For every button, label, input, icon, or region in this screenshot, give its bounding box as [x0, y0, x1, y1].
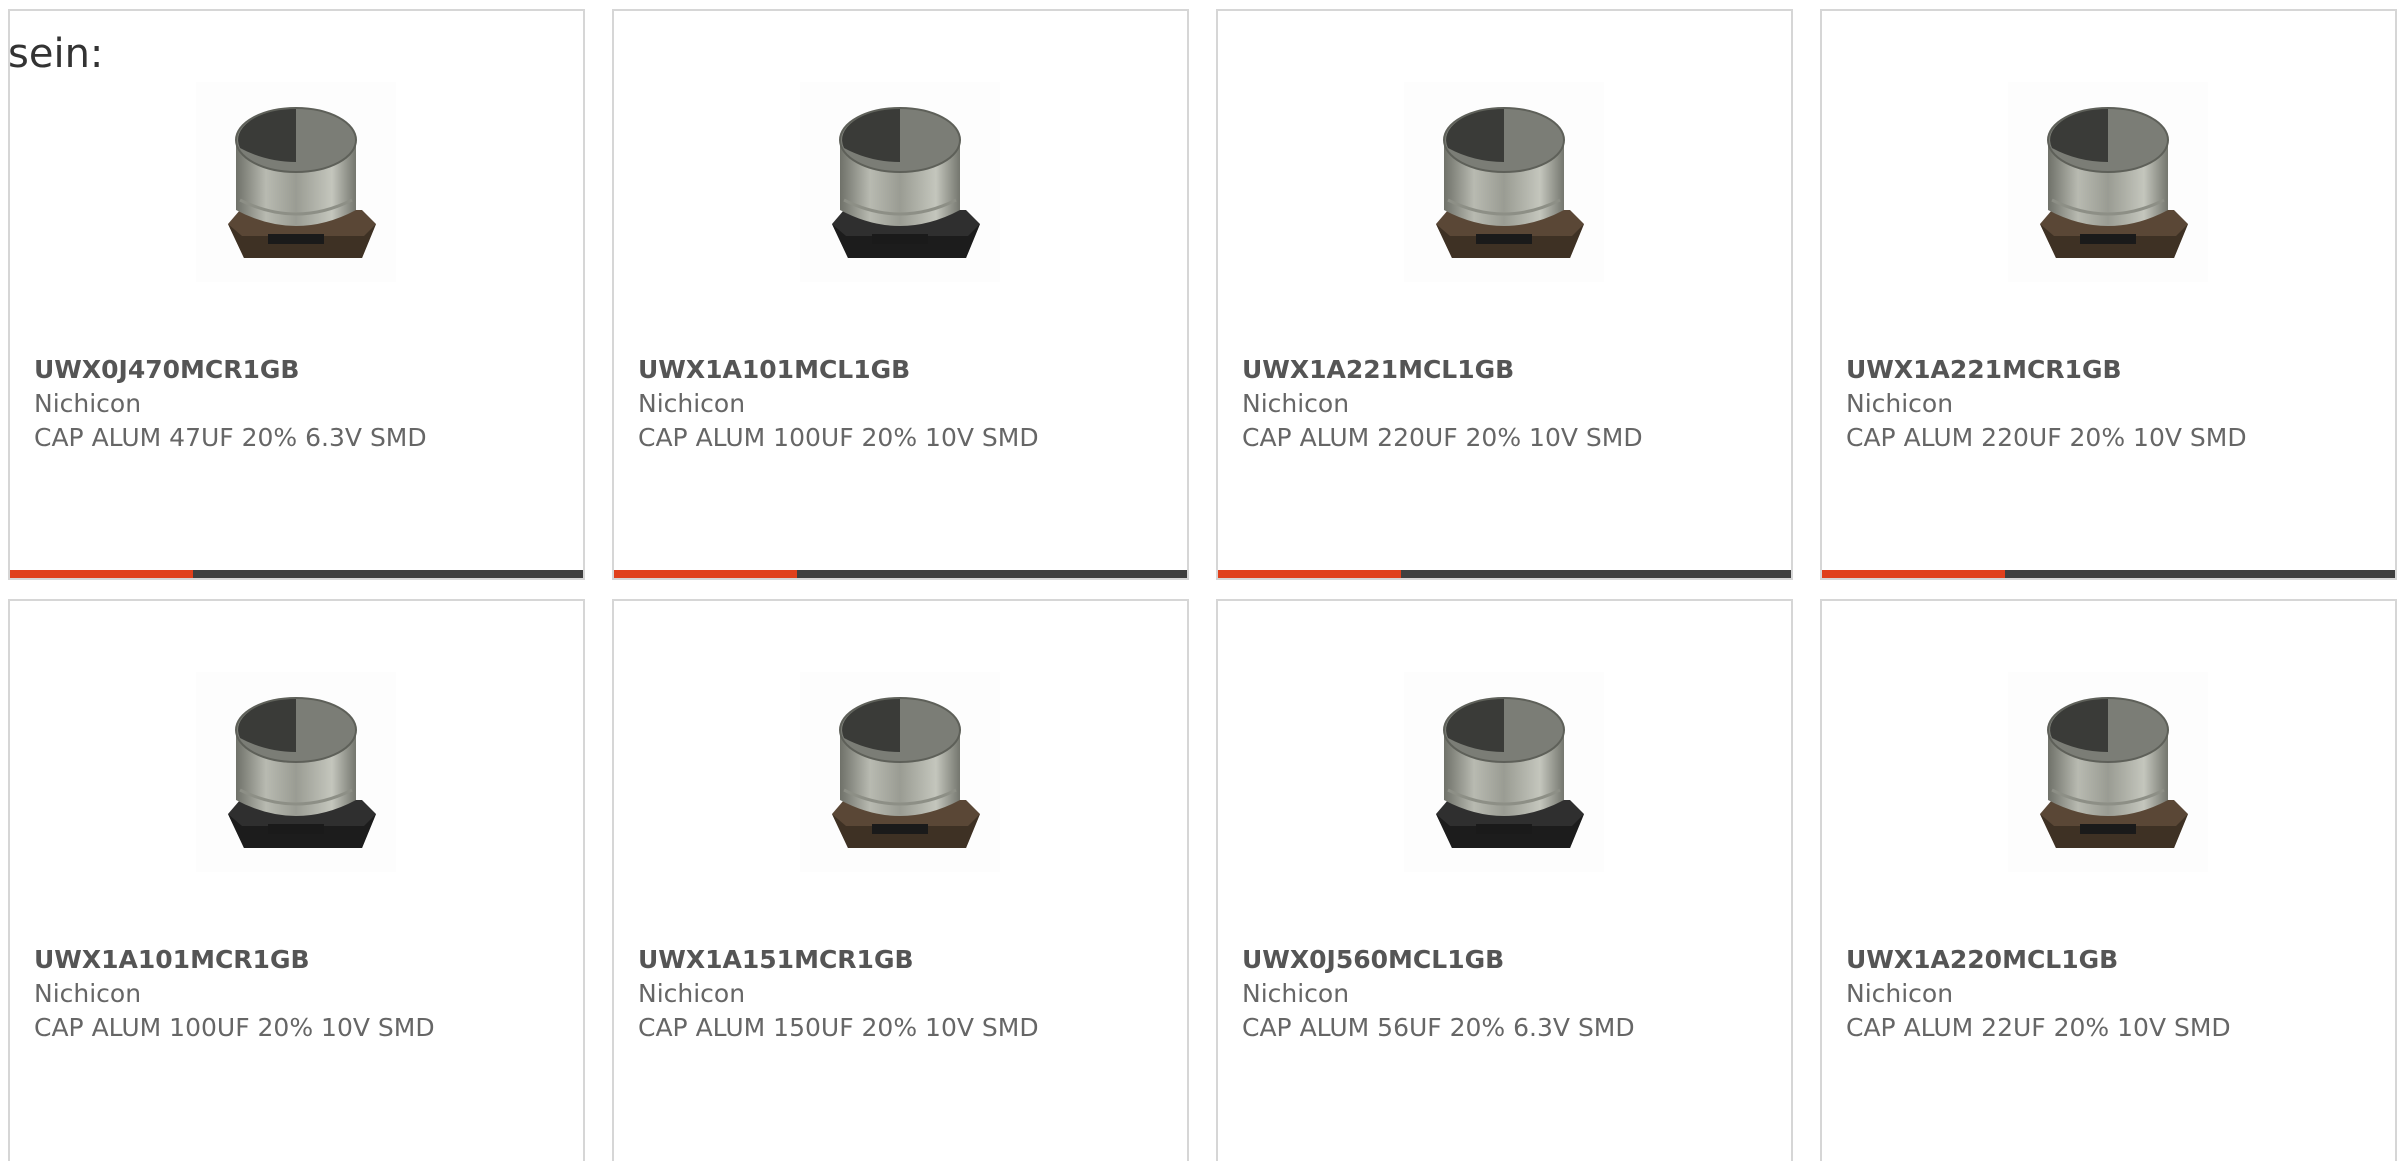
product-description: CAP ALUM 56UF 20% 6.3V SMD — [1242, 1013, 1635, 1042]
progress-bar — [10, 570, 583, 578]
product-description: CAP ALUM 100UF 20% 10V SMD — [638, 423, 1039, 452]
part-number-link[interactable]: UWX0J470MCR1GB — [34, 353, 573, 387]
product-card[interactable]: UWX1A101MCR1GB Nichicon CAP ALUM 100UF 2… — [8, 599, 585, 1161]
product-card[interactable]: UWX0J560MCL1GB Nichicon CAP ALUM 56UF 20… — [1216, 599, 1793, 1161]
part-number-link[interactable]: UWX1A221MCL1GB — [1242, 353, 1781, 387]
manufacturer-label: Nichicon — [34, 389, 142, 418]
smd-capacitor-image[interactable] — [1404, 672, 1604, 872]
product-card[interactable]: UWX1A101MCL1GB Nichicon CAP ALUM 100UF 2… — [612, 9, 1189, 580]
smd-capacitor-image[interactable] — [800, 672, 1000, 872]
manufacturer-label: Nichicon — [1242, 389, 1350, 418]
part-number-link[interactable]: UWX1A101MCL1GB — [638, 353, 1177, 387]
progress-bar-fill — [1218, 570, 1402, 578]
manufacturer-label: Nichicon — [638, 979, 746, 1008]
product-description: CAP ALUM 220UF 20% 10V SMD — [1242, 423, 1643, 452]
part-number-link[interactable]: UWX1A101MCR1GB — [34, 943, 573, 977]
product-description: CAP ALUM 150UF 20% 10V SMD — [638, 1013, 1039, 1042]
smd-capacitor-image[interactable] — [800, 82, 1000, 282]
progress-bar-fill — [614, 570, 798, 578]
manufacturer-label: Nichicon — [1242, 979, 1350, 1008]
product-card[interactable]: UWX0J470MCR1GB Nichicon CAP ALUM 47UF 20… — [8, 9, 585, 580]
intro-text: sein: — [8, 31, 104, 77]
product-description: CAP ALUM 100UF 20% 10V SMD — [34, 1013, 435, 1042]
product-description: CAP ALUM 220UF 20% 10V SMD — [1846, 423, 2247, 452]
part-number-link[interactable]: UWX0J560MCL1GB — [1242, 943, 1781, 977]
smd-capacitor-image[interactable] — [1404, 82, 1604, 282]
product-card[interactable]: UWX1A151MCR1GB Nichicon CAP ALUM 150UF 2… — [612, 599, 1189, 1161]
smd-capacitor-image[interactable] — [196, 82, 396, 282]
part-number-link[interactable]: UWX1A151MCR1GB — [638, 943, 1177, 977]
progress-bar-fill — [1822, 570, 2006, 578]
progress-bar — [1822, 570, 2395, 578]
manufacturer-label: Nichicon — [34, 979, 142, 1008]
product-card[interactable]: UWX1A221MCR1GB Nichicon CAP ALUM 220UF 2… — [1820, 9, 2397, 580]
product-description: CAP ALUM 22UF 20% 10V SMD — [1846, 1013, 2231, 1042]
smd-capacitor-image[interactable] — [196, 672, 396, 872]
progress-bar-fill — [10, 570, 194, 578]
progress-bar — [614, 570, 1187, 578]
manufacturer-label: Nichicon — [1846, 389, 1954, 418]
progress-bar — [1218, 570, 1791, 578]
manufacturer-label: Nichicon — [638, 389, 746, 418]
product-card[interactable]: UWX1A220MCL1GB Nichicon CAP ALUM 22UF 20… — [1820, 599, 2397, 1161]
smd-capacitor-image[interactable] — [2008, 672, 2208, 872]
smd-capacitor-image[interactable] — [2008, 82, 2208, 282]
product-card[interactable]: UWX1A221MCL1GB Nichicon CAP ALUM 220UF 2… — [1216, 9, 1793, 580]
part-number-link[interactable]: UWX1A221MCR1GB — [1846, 353, 2385, 387]
part-number-link[interactable]: UWX1A220MCL1GB — [1846, 943, 2385, 977]
product-description: CAP ALUM 47UF 20% 6.3V SMD — [34, 423, 427, 452]
manufacturer-label: Nichicon — [1846, 979, 1954, 1008]
